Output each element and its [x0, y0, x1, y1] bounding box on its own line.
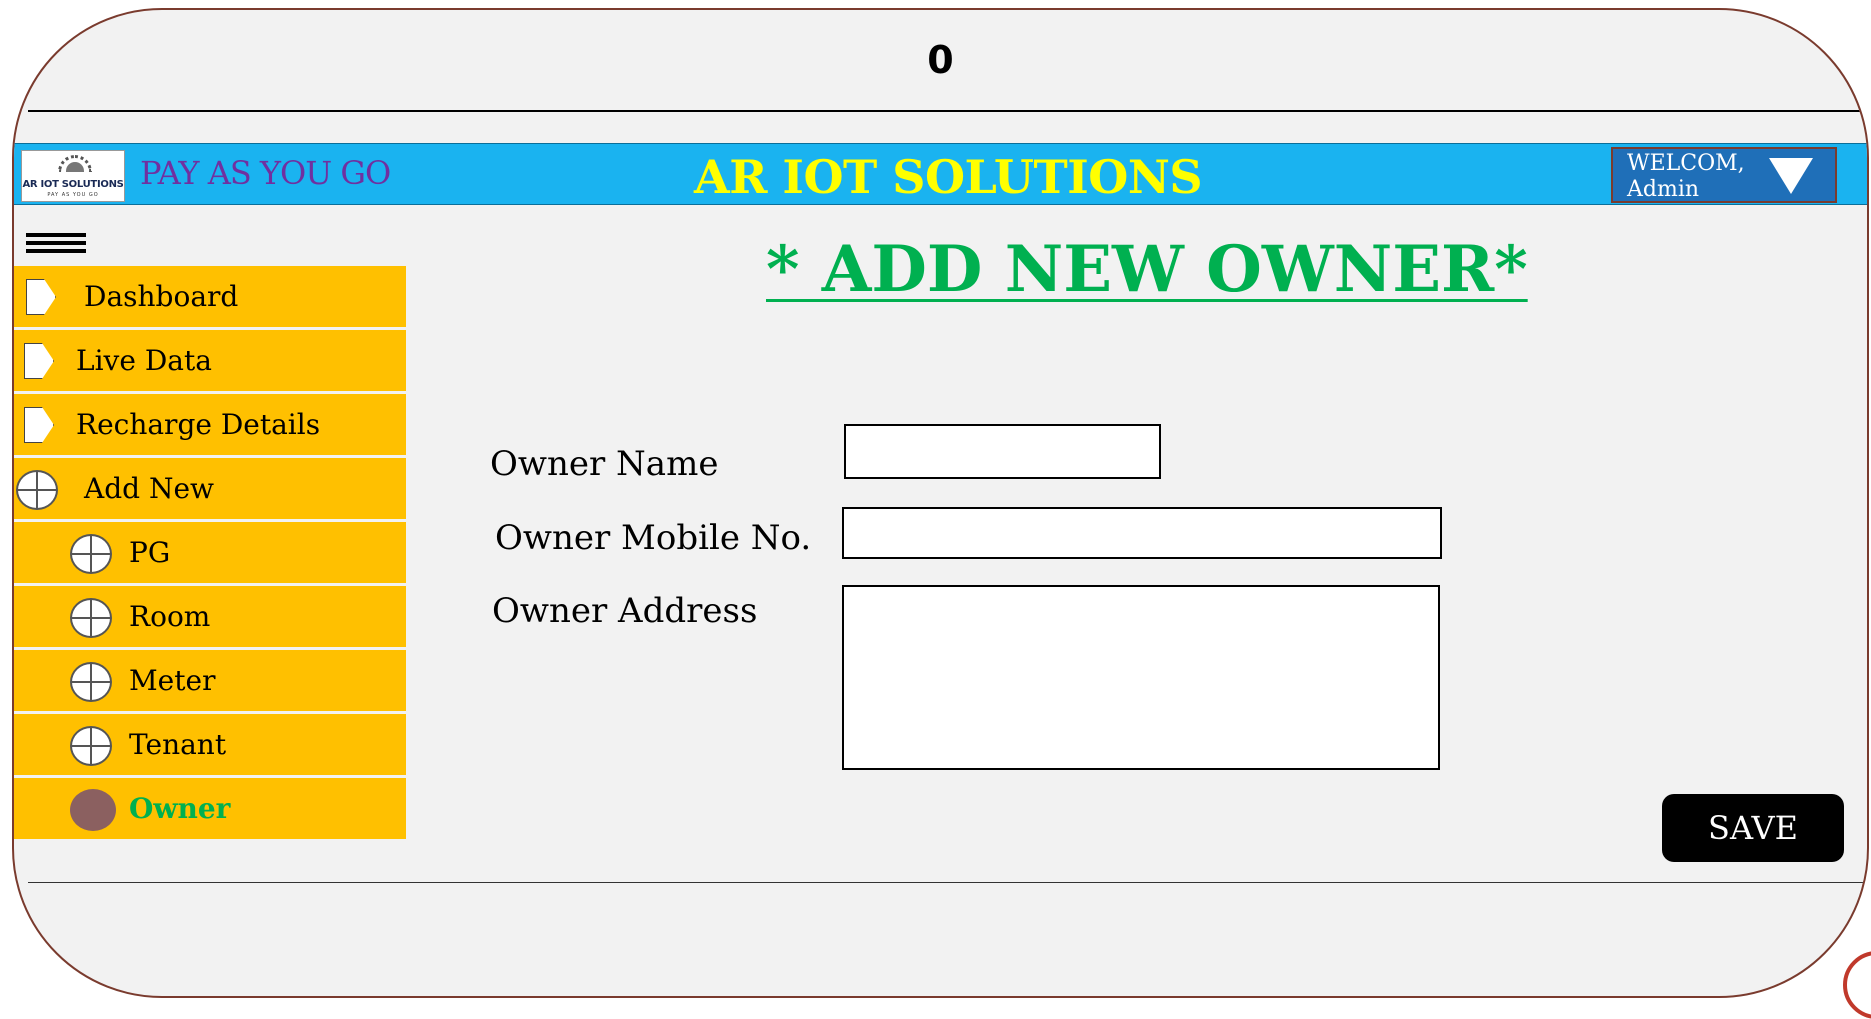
- sidebar: Dashboard Live Data Recharge Details Add…: [14, 266, 406, 842]
- crosshair-circle-icon: [70, 534, 112, 574]
- tagline: PAY AS YOU GO: [140, 154, 391, 192]
- sidebar-item-meter[interactable]: Meter: [14, 650, 406, 711]
- sidebar-item-room[interactable]: Room: [14, 586, 406, 647]
- sidebar-item-label: Recharge Details: [76, 408, 321, 441]
- sidebar-item-add-new[interactable]: Add New: [14, 458, 406, 519]
- sidebar-item-label: Tenant: [129, 728, 227, 761]
- sidebar-item-recharge-details[interactable]: Recharge Details: [14, 394, 406, 455]
- sidebar-item-label: PG: [129, 536, 171, 569]
- owner-name-label: Owner Name: [490, 444, 719, 484]
- sidebar-item-label: Dashboard: [84, 280, 239, 313]
- brand-title: AR IOT SOLUTIONS: [694, 150, 1203, 204]
- top-indicator: 0: [927, 38, 954, 82]
- crosshair-circle-icon: [70, 662, 112, 702]
- dropdown-triangle-icon[interactable]: [1769, 158, 1813, 194]
- chevron-right-icon: [26, 279, 56, 315]
- welcome-text: WELCOM,: [1627, 151, 1745, 176]
- sidebar-item-live-data[interactable]: Live Data: [14, 330, 406, 391]
- hamburger-icon[interactable]: [26, 233, 86, 259]
- chevron-right-icon: [24, 407, 54, 443]
- sidebar-item-label: Live Data: [76, 344, 212, 377]
- sidebar-item-label: Room: [129, 600, 211, 633]
- user-menu[interactable]: WELCOM, Admin: [1611, 147, 1837, 203]
- filled-circle-icon: [70, 789, 116, 831]
- logo-text: AR IOT SOLUTIONS: [22, 179, 124, 190]
- corner-badge-icon: [1843, 951, 1871, 1019]
- page-title: * ADD NEW OWNER*: [766, 232, 1528, 307]
- sidebar-item-label: Add New: [84, 472, 215, 505]
- top-divider: [28, 110, 1867, 112]
- owner-name-input[interactable]: [844, 424, 1161, 479]
- owner-address-textarea[interactable]: [842, 585, 1440, 770]
- sidebar-item-label: Owner: [129, 792, 231, 825]
- company-logo[interactable]: AR IOT SOLUTIONS PAY AS YOU GO: [21, 150, 125, 202]
- crosshair-circle-icon: [16, 470, 58, 510]
- owner-mobile-input[interactable]: [842, 507, 1442, 559]
- sidebar-item-dashboard[interactable]: Dashboard: [14, 266, 406, 327]
- username: Admin: [1627, 177, 1700, 202]
- header-bar: AR IOT SOLUTIONS PAY AS YOU GO PAY AS YO…: [14, 143, 1867, 205]
- crosshair-circle-icon: [70, 726, 112, 766]
- sidebar-item-owner[interactable]: Owner: [14, 778, 406, 839]
- owner-mobile-label: Owner Mobile No.: [495, 518, 812, 558]
- logo-subtext: PAY AS YOU GO: [47, 192, 99, 198]
- owner-address-label: Owner Address: [492, 591, 758, 631]
- sidebar-item-pg[interactable]: PG: [14, 522, 406, 583]
- chevron-right-icon: [24, 343, 54, 379]
- save-button[interactable]: SAVE: [1662, 794, 1844, 862]
- crosshair-circle-icon: [70, 598, 112, 638]
- sidebar-item-tenant[interactable]: Tenant: [14, 714, 406, 775]
- app-frame: 0 AR IOT SOLUTIONS PAY AS YOU GO PAY AS …: [12, 8, 1869, 998]
- sidebar-item-label: Meter: [129, 664, 216, 697]
- bottom-divider: [28, 882, 1867, 883]
